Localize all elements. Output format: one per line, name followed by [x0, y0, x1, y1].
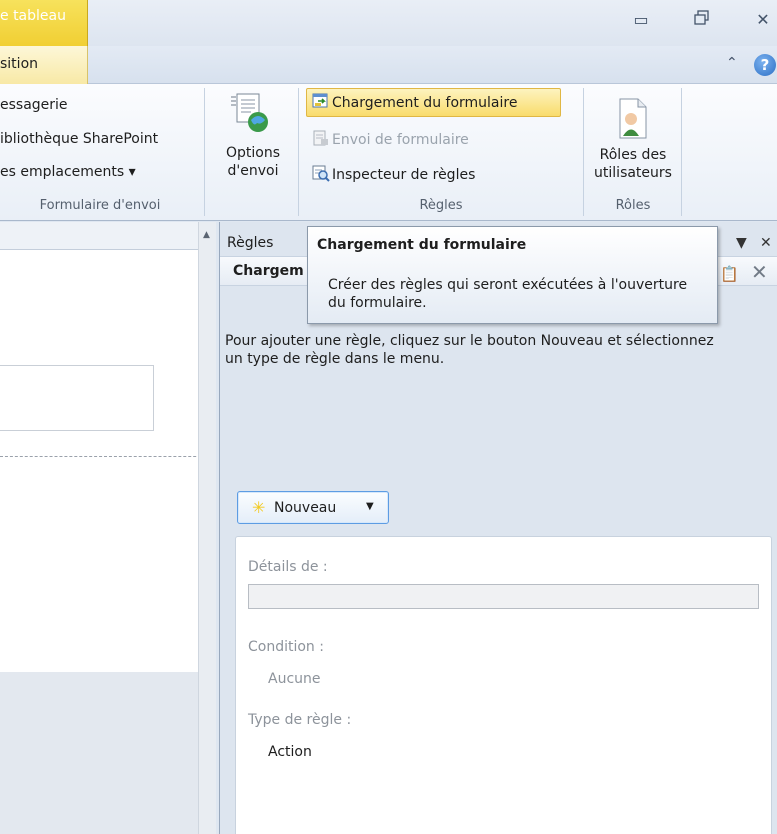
group-separator: [583, 88, 584, 216]
form-submit-rules-button[interactable]: Envoi de formulaire: [312, 130, 469, 148]
tooltip-body: Créer des règles qui seront exécutées à …: [328, 277, 688, 311]
paste-rule-icon[interactable]: 📋: [720, 265, 739, 283]
contextual-tab-label: e tableau: [0, 8, 66, 24]
form-load-label-active: Chargement du formulaire: [332, 95, 518, 111]
section-divider: [0, 456, 216, 457]
canvas-vertical-scrollbar[interactable]: ▲: [198, 222, 216, 834]
rules-pane-title: Règles: [227, 235, 274, 251]
minimize-icon[interactable]: ▭: [629, 10, 653, 30]
form-design-canvas[interactable]: [0, 222, 216, 834]
submit-sharepoint-button[interactable]: ibliothèque SharePoint: [0, 131, 158, 147]
submit-email-button[interactable]: essagerie: [0, 97, 68, 113]
group-separator: [681, 88, 682, 216]
group-separator: [298, 88, 299, 216]
submit-other-locations-button[interactable]: es emplacements ▾: [0, 164, 136, 180]
ribbon-tab-row: sition: [0, 46, 777, 84]
tab-layout[interactable]: sition: [0, 46, 88, 84]
rule-inspector-button[interactable]: Inspecteur de règles: [312, 164, 475, 183]
canvas-header: [0, 222, 216, 250]
condition-value: Aucune: [268, 671, 321, 687]
form-submit-label: Envoi de formulaire: [332, 132, 469, 148]
user-roles-label-1: Rôles des: [599, 147, 667, 163]
submit-options-button[interactable]: Options d'envoi: [215, 90, 291, 180]
submit-options-label-1: Options: [225, 145, 281, 161]
submit-other-locations-label: es emplacements ▾: [0, 164, 136, 180]
form-control-box[interactable]: [0, 365, 154, 431]
pane-options-icon[interactable]: ▼: [736, 235, 747, 251]
new-rule-label: Nouveau: [274, 500, 337, 516]
new-rule-star-icon: ✳: [252, 498, 266, 517]
title-bar: e tableau ▭ ✕: [0, 0, 777, 46]
rule-inspector-label: Inspecteur de règles: [332, 167, 476, 183]
close-icon[interactable]: ✕: [751, 10, 775, 30]
form-load-icon: [312, 93, 328, 109]
restore-icon[interactable]: [690, 10, 714, 30]
canvas-empty-area: [0, 672, 216, 834]
rule-type-value: Action: [268, 744, 312, 760]
subheader-icons: 📋 ✕: [720, 260, 768, 284]
delete-rule-icon[interactable]: ✕: [751, 260, 768, 284]
group-label-rules: Règles: [419, 198, 463, 213]
help-icon[interactable]: ?: [754, 54, 776, 76]
group-label-submit: Formulaire d'envoi: [39, 198, 161, 213]
group-label-roles: Rôles: [615, 198, 651, 213]
user-roles-button[interactable]: Rôles des utilisateurs: [585, 98, 681, 182]
details-field: [248, 584, 759, 609]
form-load-rules-button-active[interactable]: Chargement du formulaire: [312, 93, 517, 111]
form-load-tooltip: Chargement du formulaire Créer des règle…: [307, 226, 718, 324]
details-label: Détails de :: [248, 559, 328, 575]
form-submit-icon: [312, 130, 328, 146]
condition-label: Condition :: [248, 639, 324, 655]
scroll-up-icon[interactable]: ▲: [203, 230, 210, 240]
new-rule-button[interactable]: ✳ Nouveau ▼: [237, 491, 389, 524]
group-separator: [204, 88, 205, 216]
submit-options-label-2: d'envoi: [227, 163, 279, 179]
contextual-tab-header: e tableau: [0, 0, 88, 46]
tooltip-title: Chargement du formulaire: [317, 237, 527, 253]
rule-details-panel: Détails de : Condition : Aucune Type de …: [235, 536, 772, 834]
pane-close-icon[interactable]: ✕: [760, 235, 772, 251]
user-roles-icon: [585, 98, 681, 146]
rule-type-label: Type de règle :: [248, 712, 352, 728]
submit-email-label: essagerie: [0, 97, 68, 113]
ribbon-collapse-icon[interactable]: ⌃: [726, 55, 738, 71]
tab-layout-label: sition: [0, 56, 39, 72]
rule-inspector-icon: [312, 164, 330, 182]
user-roles-label-2: utilisateurs: [594, 165, 672, 181]
chevron-down-icon: ▼: [366, 501, 374, 512]
submit-options-icon: [215, 90, 291, 144]
rules-pane-subtitle: Chargem: [233, 263, 304, 279]
rules-empty-message: Pour ajouter une règle, cliquez sur le b…: [225, 333, 714, 367]
submit-sharepoint-label: ibliothèque SharePoint: [0, 131, 159, 147]
